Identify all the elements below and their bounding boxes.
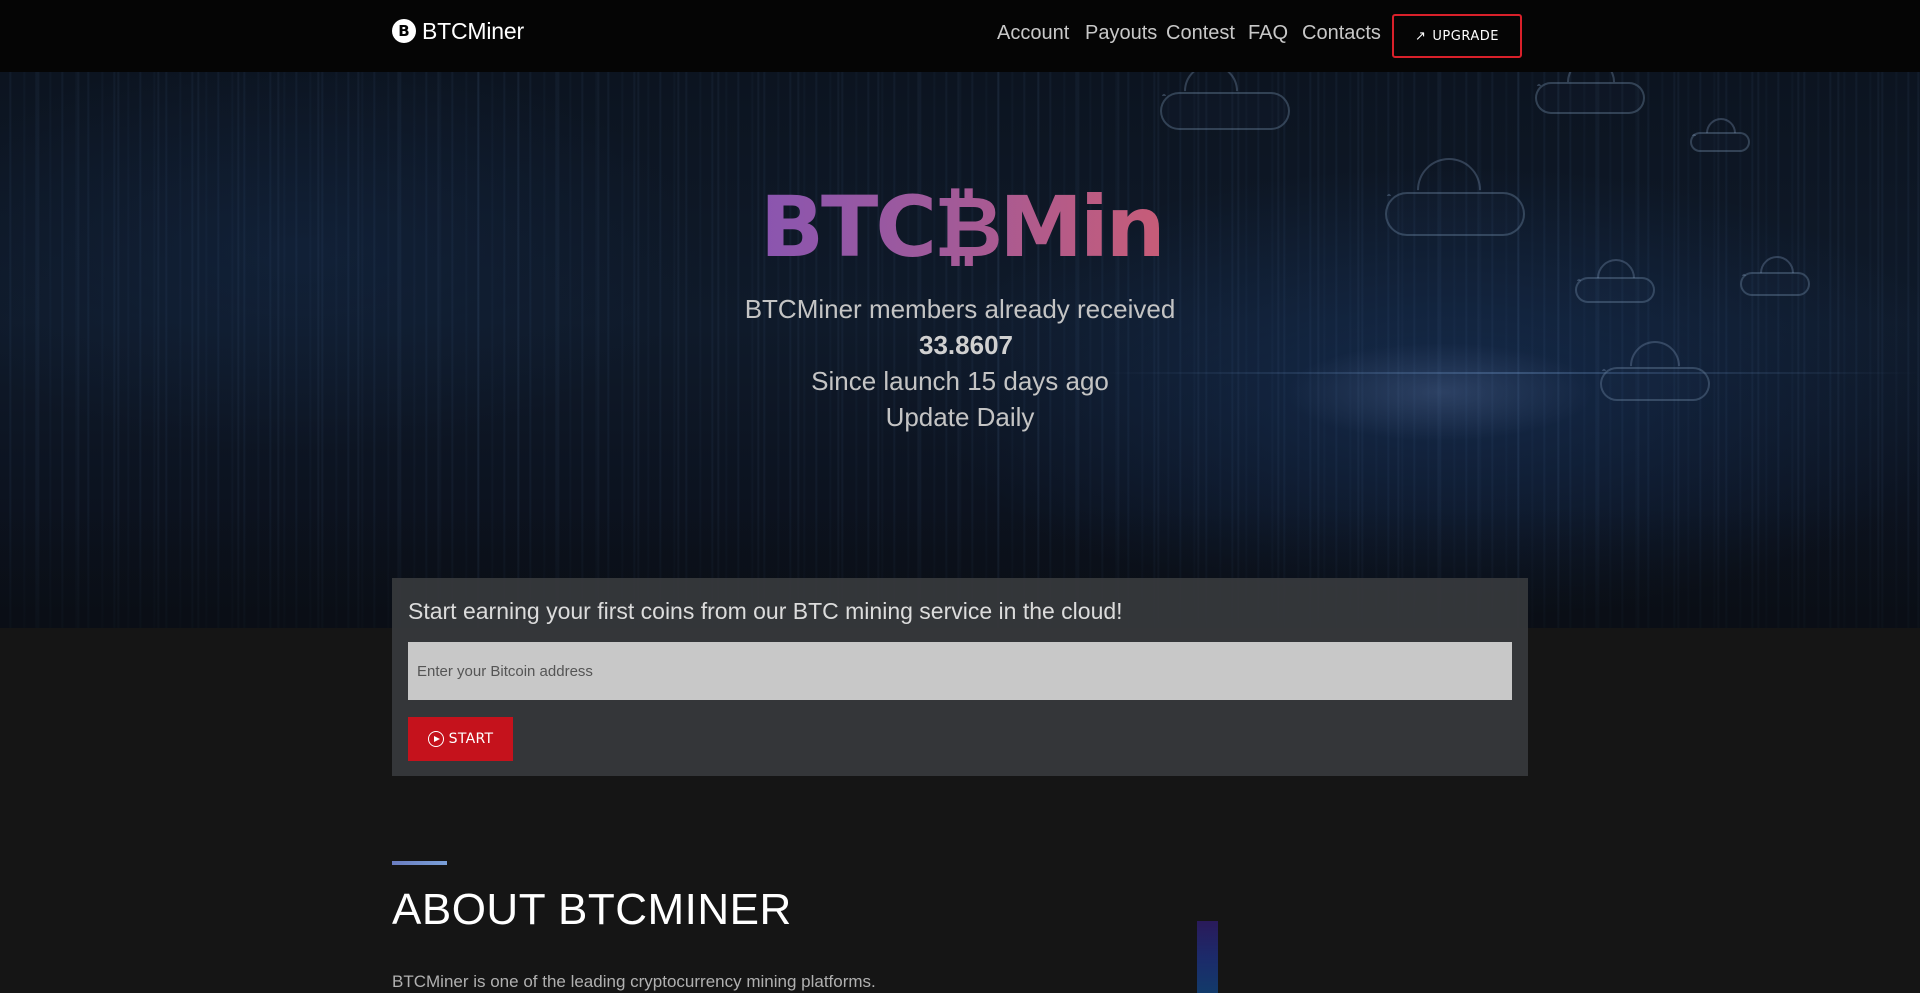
rocket-icon: ↗ <box>1415 28 1427 44</box>
nav-link-contest[interactable]: Contest <box>1166 22 1235 45</box>
start-button[interactable]: START <box>408 717 513 761</box>
nav-link-payouts[interactable]: Payouts <box>1085 22 1157 45</box>
about-image <box>1197 921 1218 993</box>
cloud-icon <box>1690 132 1750 152</box>
play-circle-icon <box>427 731 444 747</box>
cloud-icon <box>1575 277 1655 303</box>
signup-panel: Start earning your first coins from our … <box>392 578 1528 776</box>
nav-link-account[interactable]: Account <box>997 22 1069 45</box>
upgrade-button[interactable]: ↗ UPGRADE <box>1392 14 1522 58</box>
cloud-icon <box>1740 272 1810 296</box>
hero-banner: BTC₿Miner BTCMiner members already recei… <box>0 72 1920 628</box>
cloud-icon <box>1160 92 1290 130</box>
about-text: BTCMiner is one of the leading cryptocur… <box>392 972 876 991</box>
cloud-icon <box>1600 367 1710 401</box>
nav-link-contacts[interactable]: Contacts <box>1302 22 1381 45</box>
hero-since-text: Since launch 15 days ago <box>811 366 1109 396</box>
cloud-icon <box>1385 192 1525 236</box>
about-title: ABOUT BTCMINER <box>392 885 792 934</box>
nav-menu: Account Payouts Contest FAQ Contacts <box>0 22 1920 50</box>
cloud-icon <box>1535 82 1645 114</box>
hero-title: BTC₿Miner <box>760 172 1258 282</box>
top-navbar: B BTCMiner Account Payouts Contest FAQ C… <box>0 0 1920 72</box>
hero-amount: 33.8607 <box>919 330 1013 360</box>
start-button-label: START <box>448 731 494 747</box>
signup-heading: Start earning your first coins from our … <box>408 598 1123 624</box>
about-accent-bar <box>392 861 447 865</box>
upgrade-button-label: UPGRADE <box>1432 28 1499 44</box>
nav-link-faq[interactable]: FAQ <box>1248 22 1288 45</box>
hero-received-text: BTCMiner members already received <box>744 294 1176 324</box>
bitcoin-address-input[interactable] <box>408 642 1512 700</box>
hero-update-text: Update Daily <box>885 402 1035 432</box>
